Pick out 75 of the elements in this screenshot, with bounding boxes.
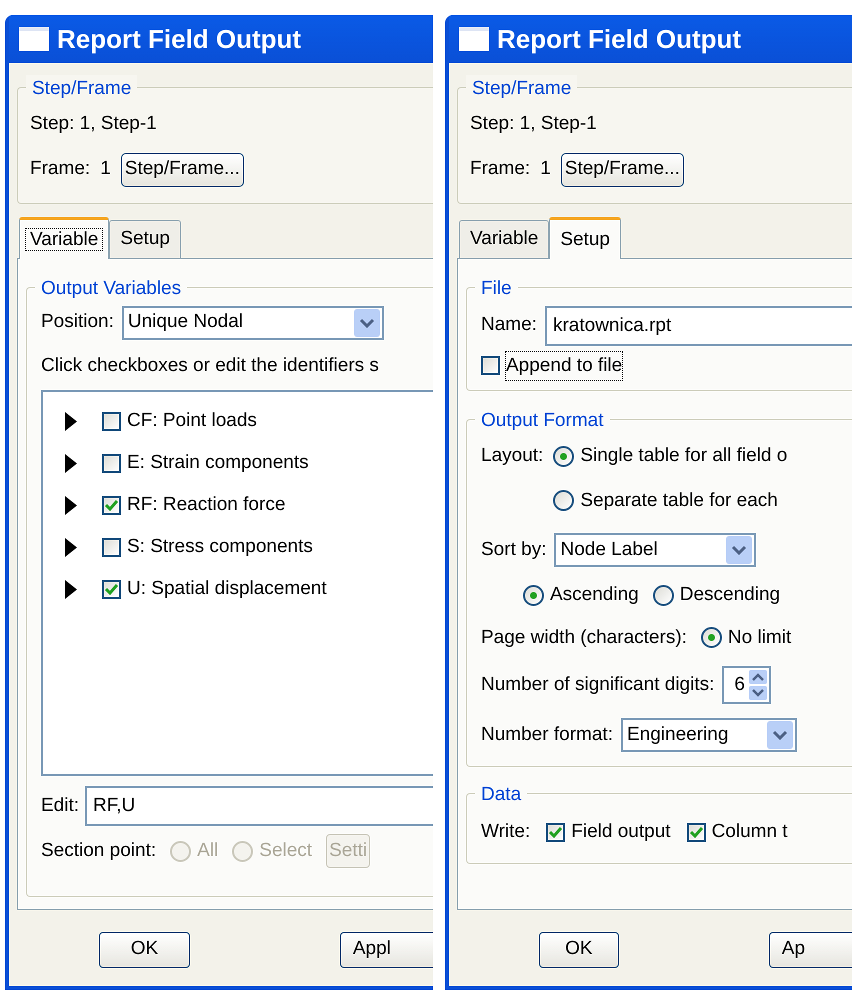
check-icon [690,826,703,838]
checkbox[interactable] [102,496,121,514]
radio-button[interactable] [553,446,574,467]
name-field[interactable]: kratownica.rpt [544,306,852,346]
variable-label: U: Spatial displacement [127,576,327,601]
ok-button[interactable]: OK [539,932,619,968]
check-icon [105,500,118,510]
variable-label: S: Stress components [127,534,313,559]
step-frame-button[interactable]: Step/Frame... [120,152,244,186]
field-label: Write: [481,820,530,844]
window-title: Report Field Output [57,22,302,56]
variable-label: RF: Reaction force [127,492,286,517]
option-label: Descending [680,583,780,607]
expand-arrow-icon [65,454,77,472]
step-frame-button[interactable]: Step/Frame... [560,152,684,186]
option-label: All [197,838,218,863]
option-label: No limit [728,626,792,650]
position-dropdown[interactable]: Unique Nodal [122,306,384,340]
variable-label: E: Strain components [127,450,309,475]
window-title: Report Field Output [497,22,742,56]
field-label: Section point: [41,838,156,863]
checkbox[interactable] [102,538,121,556]
radio-button[interactable] [700,627,722,648]
field-label: Position: [41,310,114,334]
radio-button[interactable] [523,584,544,606]
frame-value: 1 [100,157,111,182]
field-label: Name: [481,313,537,338]
window-icon [459,27,489,51]
radio-button[interactable] [652,584,674,606]
checkbox[interactable] [102,580,121,598]
tab[interactable]: Variable [459,220,550,258]
expand-arrow-icon [65,496,77,514]
checkbox-label: Column t [712,820,788,844]
checkbox-label: Field output [571,820,671,844]
step-text: Step: 1, Step-1 [30,112,158,136]
field-label: Number of significant digits: [481,672,714,697]
ok-button[interactable]: OK [99,932,190,968]
window-icon [19,27,49,51]
field-label: Sort by: [481,538,546,562]
apply-button[interactable]: Ap [768,932,852,968]
frame-value: 1 [540,157,551,182]
field-label: Number format: [481,722,613,747]
checkbox[interactable] [546,822,566,842]
expand-arrow-icon [65,538,77,556]
expand-arrow-icon [65,412,77,430]
option-label: Select [259,838,312,863]
spinner-arrows-icon [748,670,767,700]
checkbox[interactable] [102,454,121,472]
checkbox-label: Append to file [506,352,622,380]
checkbox[interactable] [481,356,500,376]
field-label: Edit: [41,794,80,818]
expand-arrow-icon [65,580,77,598]
digits-spinbox[interactable]: 6 [722,666,771,704]
tab[interactable]: Setup [549,216,621,258]
sort-dropdown[interactable]: Node Label [554,533,756,567]
variable-label: CF: Point loads [127,408,257,433]
radio-button[interactable] [553,490,574,512]
field-label: Frame: [30,157,90,182]
hint-text: Click checkboxes or edit the identifiers s [41,354,380,378]
field-label: Layout: [481,444,544,468]
checkbox[interactable] [102,412,121,430]
option-label: Single table for all field o [580,444,788,468]
edit-field[interactable]: RF,U [85,786,433,826]
field-label: Page width (characters): [481,626,687,650]
tab[interactable]: Variable [19,216,110,258]
option-label: Separate table for each [580,488,778,512]
step-text: Step: 1, Step-1 [470,112,598,136]
number-format-dropdown[interactable]: Engineering [620,718,797,752]
check-icon [549,826,562,838]
check-icon [105,584,118,594]
tab[interactable]: Setup [109,220,181,258]
field-label: Frame: [470,157,530,182]
apply-button[interactable]: Appl [340,932,433,968]
option-label: Ascending [550,583,639,607]
checkbox[interactable] [686,822,706,842]
